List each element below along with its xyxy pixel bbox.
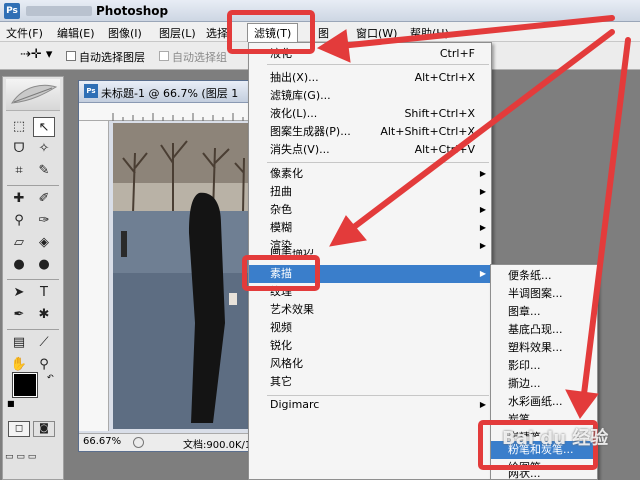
menu-window[interactable]: 窗口(W) [356,25,397,41]
zoom-tool-icon[interactable]: ⚲ [33,355,55,375]
menu-file[interactable]: 文件(F) [6,25,43,41]
crop-tool-icon[interactable]: ⌗ [8,161,30,181]
menu-item-sharpen[interactable]: 锐化 [249,337,491,355]
swap-colors-icon[interactable]: ↶ [47,373,54,382]
menu-item-noise[interactable]: 杂色 ▶ [249,201,491,219]
menu-view[interactable]: 图 [318,25,329,41]
auto-select-group-label: 自动选择组 [172,51,227,64]
document-icon: Ps [84,84,98,98]
move-tool-icon[interactable]: ⇢✛ ▾ [20,47,52,62]
menu-item-pattern-maker[interactable]: 图案生成器(P)... Alt+Shift+Ctrl+X [249,123,491,141]
submenu-arrow-icon: ▶ [479,169,486,178]
auto-select-layer-checkbox[interactable] [66,51,76,61]
photoshop-logo-icon: Ps [4,3,20,19]
submenu-arrow-icon: ▶ [479,205,486,214]
path-select-icon[interactable]: ➤ [8,283,30,303]
lasso-tool-icon[interactable]: ᗜ [8,139,30,159]
eyedropper-icon[interactable]: ⟋ [33,333,55,353]
submenu-arrow-icon: ▶ [479,400,486,409]
menu-item-filter-gallery[interactable]: 滤镜库(G)... [249,87,491,105]
vertical-ruler [79,121,109,431]
shape-tool-icon[interactable]: ✱ [33,305,55,325]
brush-tool-icon[interactable]: ✐ [33,189,55,209]
default-colors-icon[interactable]: ■ [7,399,15,408]
history-brush-icon[interactable]: ✑ [33,211,55,231]
auto-select-layer-label: 自动选择图层 [79,51,145,64]
marquee-tool-icon[interactable]: ⬚ [8,117,30,137]
foreground-color-swatch[interactable] [12,372,38,398]
auto-select-group-checkbox[interactable] [159,51,169,61]
healing-brush-icon[interactable]: ✚ [8,189,30,209]
menu-layer[interactable]: 图层(L) [159,25,196,41]
menu-item-pixelate[interactable]: 像素化 ▶ [249,165,491,183]
toolbox-feather-icon [6,79,60,111]
toolbox: ⬚ ↖ ᗜ ✧ ⌗ ✎ ✚ ✐ ⚲ ✑ ▱ ◈ ● ● ➤ T ✒ ✱ ▤ ⟋ … [2,76,64,480]
submenu-item-stamp[interactable]: 图章... [491,303,597,321]
paint-bucket-icon[interactable]: ◈ [33,233,55,253]
menu-item-liquify[interactable]: 液化(L)... Shift+Ctrl+X [249,105,491,123]
submenu-arrow-icon: ▶ [479,187,486,196]
menu-item-digimarc[interactable]: Digimarc ▶ [249,396,491,414]
menu-edit[interactable]: 编辑(E) [57,25,95,41]
annotation-box-filter-menu [227,10,315,54]
menu-item-video[interactable]: 视频 [249,319,491,337]
submenu-item-torn-edges[interactable]: 撕边... [491,375,597,393]
menu-item-extract[interactable]: 抽出(X)... Alt+Ctrl+X [249,69,491,87]
dodge-tool-icon[interactable]: ● [33,255,55,275]
annotation-box-sketch [242,255,320,291]
pen-tool-icon[interactable]: ✒ [8,305,30,325]
status-bar: 66.67% 文档:900.0K/1.76M [79,433,276,451]
blur-tool-icon[interactable]: ● [8,255,30,275]
menu-select[interactable]: 选择 [206,25,228,41]
app-title: Photoshop [96,4,169,18]
document-title-bar: Ps 未标题-1 @ 66.7% (图层 1 [79,81,253,103]
menu-separator [267,162,489,163]
canvas-photo[interactable] [113,123,253,429]
move-tool-icon[interactable]: ↖ [33,117,55,137]
type-tool-icon[interactable]: T [33,283,55,303]
menu-help[interactable]: 帮助(H) [410,25,449,41]
submenu-arrow-icon: ▶ [479,269,486,278]
magic-wand-icon[interactable]: ✧ [33,139,55,159]
submenu-arrow-icon: ▶ [479,223,486,232]
submenu-item-photocopy[interactable]: 影印... [491,357,597,375]
redacted-label [26,6,92,16]
menu-bar: 文件(F) 编辑(E) 图像(I) 图层(L) 选择 滤镜(T) 图 窗口(W)… [0,22,640,43]
submenu-item-bas-relief[interactable]: 基底凸现... [491,321,597,339]
menu-item-vanishing-point[interactable]: 消失点(V)... Alt+Ctrl+V [249,141,491,159]
standard-mode-icon[interactable]: ◻ [8,421,30,437]
submenu-item-water-paper[interactable]: 水彩画纸... [491,393,597,411]
menu-item-stylize[interactable]: 风格化 [249,355,491,373]
menu-image[interactable]: 图像(I) [108,25,142,41]
eraser-tool-icon[interactable]: ▱ [8,233,30,253]
menu-item-other[interactable]: 其它 [249,373,491,391]
menu-item-distort[interactable]: 扭曲 ▶ [249,183,491,201]
zoom-level[interactable]: 66.67% [83,436,121,447]
toolbox-divider [7,185,59,186]
menu-separator [267,64,489,65]
title-bar: Ps Photoshop [0,0,640,22]
screen-mode-icons[interactable]: ▭ ▭ ▭ [5,447,61,467]
toolbox-divider [7,329,59,330]
submenu-item-plaster[interactable]: 塑料效果... [491,339,597,357]
submenu-item-halftone-pattern[interactable]: 半调图案... [491,285,597,303]
toolbox-divider [7,279,59,280]
submenu-item-reticulation[interactable]: 网状... [491,471,597,479]
submenu-item-note-paper[interactable]: 便条纸... [491,267,597,285]
clone-stamp-icon[interactable]: ⚲ [8,211,30,231]
document-title: 未标题-1 @ 66.7% (图层 1 [101,87,239,100]
hand-tool-icon[interactable]: ✋ [8,355,30,375]
menu-item-artistic[interactable]: 艺术效果 [249,301,491,319]
menu-item-blur[interactable]: 模糊 ▶ [249,219,491,237]
slice-tool-icon[interactable]: ✎ [33,161,55,181]
status-options-icon[interactable] [133,437,144,448]
quick-mask-icon[interactable]: ◙ [33,421,55,437]
horizontal-ruler [79,103,253,121]
baidu-watermark: Bai du 经验 [502,428,609,449]
document-window: Ps 未标题-1 @ 66.7% (图层 1 66.67% 文档:900.0K/… [78,80,276,452]
notes-tool-icon[interactable]: ▤ [8,333,30,353]
